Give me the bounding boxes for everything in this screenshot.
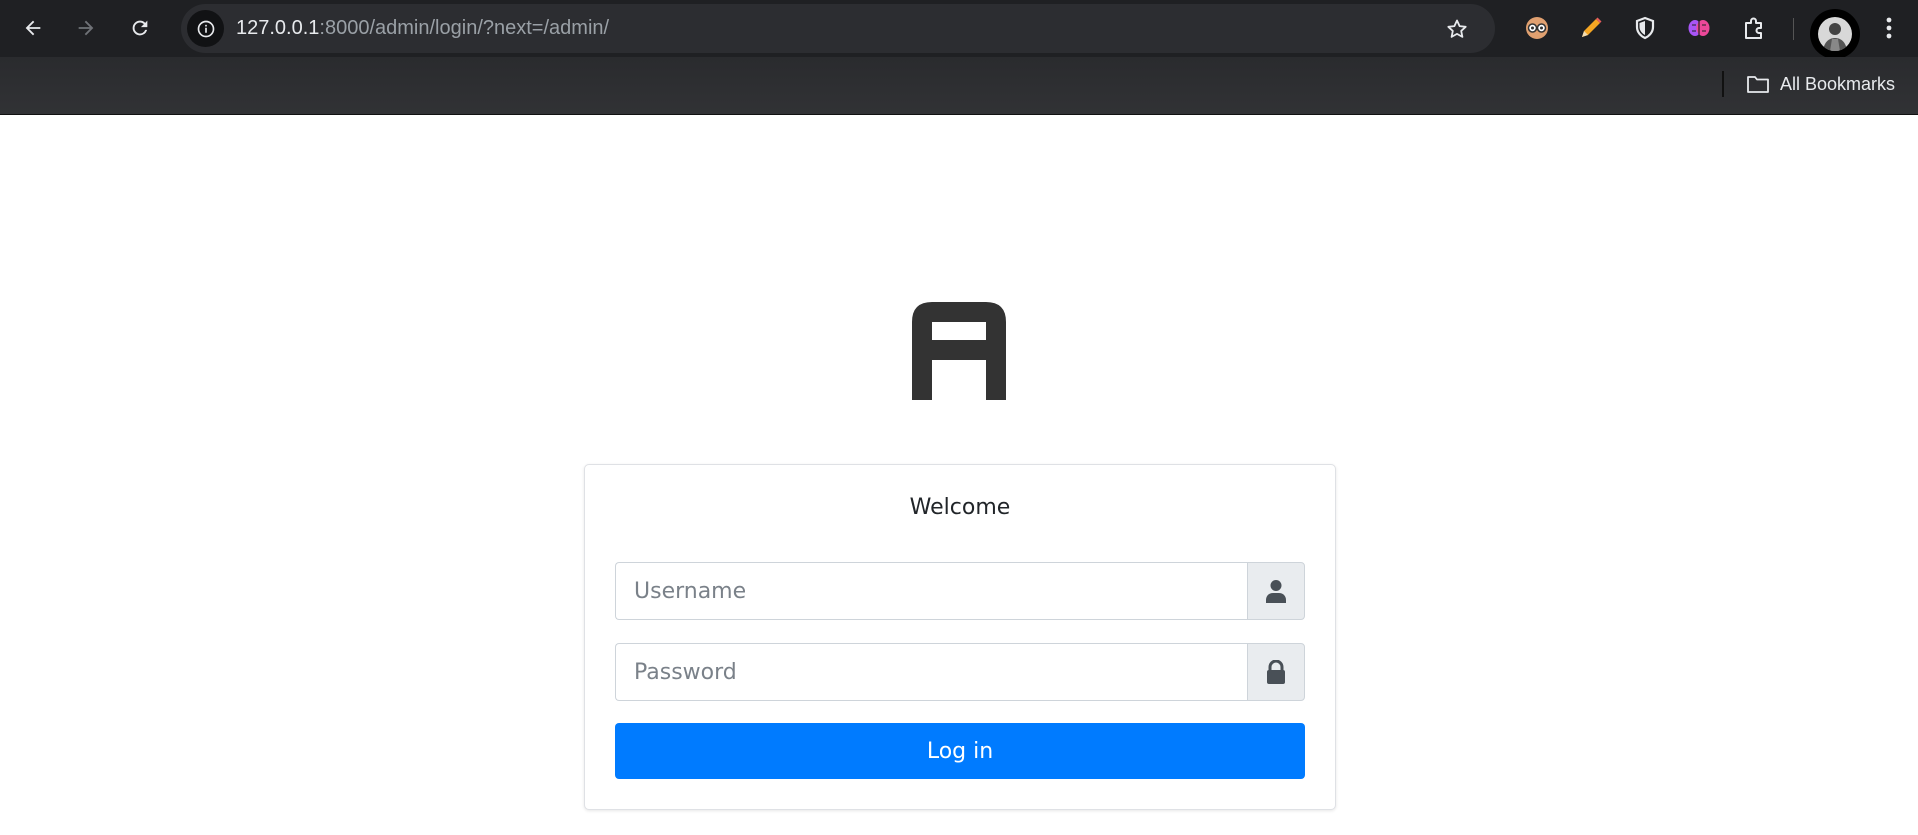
kebab-menu-icon <box>1886 17 1892 39</box>
username-input[interactable] <box>615 562 1247 620</box>
url-host: 127.0.0.1 <box>236 17 320 39</box>
address-bar[interactable]: 127.0.0.1:8000/admin/login/?next=/admin/ <box>181 4 1495 53</box>
user-icon <box>1266 580 1286 603</box>
pencil-extension-icon[interactable] <box>1574 11 1608 45</box>
username-group <box>615 562 1305 620</box>
glasses-extension-icon[interactable] <box>1520 11 1554 45</box>
url-path: :8000/admin/login/?next=/admin/ <box>319 17 610 39</box>
password-input[interactable] <box>615 643 1247 701</box>
brain-extension-icon[interactable] <box>1682 11 1716 45</box>
info-icon <box>197 20 214 37</box>
all-bookmarks-button[interactable]: All Bookmarks <box>1746 68 1895 100</box>
bookmarks-separator <box>1722 71 1724 97</box>
back-arrow-icon <box>25 20 41 36</box>
password-group <box>615 643 1305 701</box>
password-addon <box>1247 643 1305 701</box>
reload-icon <box>132 20 148 36</box>
bookmarks-bar <box>0 57 1918 115</box>
shield-extension-icon[interactable] <box>1628 11 1662 45</box>
browser-menu-button[interactable] <box>1872 11 1906 45</box>
all-bookmarks-label: All Bookmarks <box>1780 73 1896 94</box>
toolbar-divider <box>1793 18 1794 40</box>
profile-avatar-button[interactable] <box>1810 9 1860 59</box>
login-card: Welcome Log in <box>584 464 1336 810</box>
folder-icon <box>1747 76 1769 93</box>
browser-toolbar: 127.0.0.1:8000/admin/login/?next=/admin/ <box>0 0 1918 59</box>
star-icon <box>1447 19 1467 38</box>
puzzle-extensions-icon[interactable] <box>1737 11 1771 45</box>
url-text[interactable]: 127.0.0.1:8000/admin/login/?next=/admin/ <box>236 4 609 53</box>
welcome-heading: Welcome <box>909 495 1011 520</box>
lock-icon <box>1267 660 1285 684</box>
avatar <box>1818 17 1852 51</box>
login-button[interactable]: Log in <box>615 723 1305 779</box>
username-addon <box>1247 562 1305 620</box>
reload-button[interactable] <box>122 10 158 46</box>
forward-button[interactable] <box>68 10 104 46</box>
back-button[interactable] <box>15 10 51 46</box>
site-info-button[interactable] <box>187 10 224 47</box>
admin-logo <box>912 302 1006 400</box>
bookmark-star-button[interactable] <box>1441 13 1473 45</box>
forward-arrow-icon <box>78 20 94 36</box>
